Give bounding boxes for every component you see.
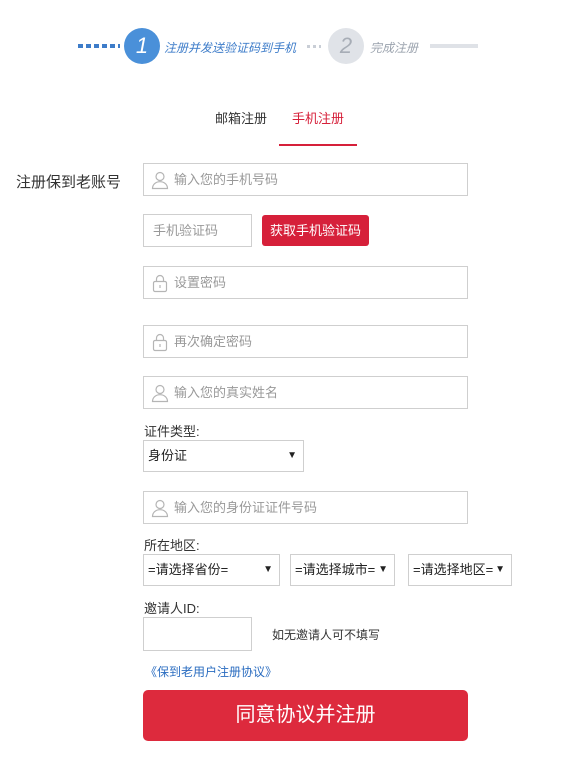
- sms-code-placeholder: 手机验证码: [153, 223, 219, 238]
- province-select[interactable]: =请选择省份= ▼: [143, 554, 280, 586]
- lock-icon: [150, 273, 170, 293]
- dropdown-arrow-icon: ▼: [263, 564, 273, 575]
- password-input[interactable]: 设置密码: [143, 266, 468, 299]
- district-value: =请选择地区=: [413, 562, 494, 577]
- step-1-label: 注册并发送验证码到手机: [164, 41, 297, 55]
- id-number-input[interactable]: 输入您的身份证证件号码: [143, 491, 468, 524]
- area-label: 所在地区:: [144, 538, 200, 553]
- step-1-badge: 1: [124, 28, 160, 64]
- district-select[interactable]: =请选择地区= ▼: [408, 554, 512, 586]
- user-icon: [150, 498, 170, 518]
- step-2-label: 完成注册: [370, 41, 419, 55]
- phone-input[interactable]: 输入您的手机号码: [143, 163, 468, 196]
- id-type-label: 证件类型:: [144, 424, 200, 439]
- dropdown-arrow-icon: ▼: [378, 564, 388, 575]
- id-type-select[interactable]: 身份证 ▼: [143, 440, 304, 472]
- form-section-label: 注册保到老账号: [16, 174, 122, 191]
- real-name-input[interactable]: 输入您的真实姓名: [143, 376, 468, 409]
- password-placeholder: 设置密码: [174, 275, 227, 290]
- user-icon: [150, 170, 170, 190]
- dropdown-arrow-icon: ▼: [287, 450, 297, 461]
- tab-email-register[interactable]: 邮箱注册: [203, 104, 279, 146]
- province-value: =请选择省份=: [148, 562, 229, 577]
- progress-dots-middle: [307, 45, 321, 48]
- real-name-placeholder: 输入您的真实姓名: [174, 385, 279, 400]
- city-value: =请选择城市=: [295, 562, 376, 577]
- get-sms-code-button[interactable]: 获取手机验证码: [262, 215, 369, 246]
- id-number-placeholder: 输入您的身份证证件号码: [174, 500, 318, 515]
- phone-placeholder: 输入您的手机号码: [174, 172, 279, 187]
- lock-icon: [150, 332, 170, 352]
- agreement-link[interactable]: 《保到老用户注册协议》: [145, 663, 277, 680]
- progress-bar-right: [430, 44, 478, 48]
- tab-phone-register[interactable]: 手机注册: [279, 104, 357, 146]
- sms-code-input[interactable]: 手机验证码: [143, 214, 252, 247]
- confirm-password-placeholder: 再次确定密码: [174, 334, 253, 349]
- city-select[interactable]: =请选择城市= ▼: [290, 554, 395, 586]
- inviter-hint: 如无邀请人可不填写: [272, 628, 381, 642]
- id-type-value: 身份证: [148, 448, 188, 463]
- dropdown-arrow-icon: ▼: [495, 564, 505, 575]
- agree-and-register-button[interactable]: 同意协议并注册: [143, 690, 468, 741]
- inviter-label: 邀请人ID:: [144, 601, 200, 616]
- inviter-id-input[interactable]: [143, 617, 252, 651]
- user-icon: [150, 383, 170, 403]
- step-2-badge: 2: [328, 28, 364, 64]
- progress-dots-left: [78, 44, 120, 48]
- registration-steps: 1 注册并发送验证码到手机 2 完成注册: [78, 28, 488, 64]
- confirm-password-input[interactable]: 再次确定密码: [143, 325, 468, 358]
